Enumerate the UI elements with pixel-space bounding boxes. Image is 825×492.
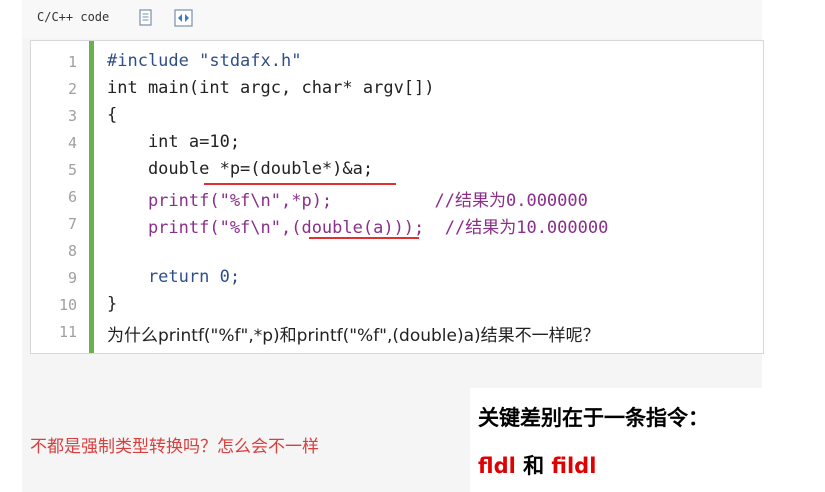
line-number: 10	[58, 296, 77, 314]
line-number: 8	[67, 242, 77, 260]
code-line: #include "stdafx.h"	[107, 51, 302, 71]
line-number: 5	[67, 161, 77, 179]
line-number: 7	[67, 215, 77, 233]
line-number: 6	[67, 188, 77, 206]
instruction-comparison: fldl 和 fildl	[478, 450, 596, 480]
code-line: }	[107, 294, 118, 314]
instruction-fildl: fildl	[551, 454, 597, 478]
key-difference-panel: 关键差别在于一条指令： fldl 和 fildl	[470, 388, 770, 492]
code-block: 1 2 3 4 5 6 7 8 9 10 11 #include "stdafx…	[30, 40, 764, 354]
key-difference-title: 关键差别在于一条指令：	[478, 406, 709, 430]
line-number: 1	[67, 53, 77, 71]
code-line: printf("%f\n",*p); //结果为0.000000	[107, 191, 588, 211]
highlight-underline	[309, 237, 419, 239]
code-toolbar: C/C++ code	[22, 0, 762, 38]
line-number: 11	[58, 323, 77, 341]
line-gutter: 1 2 3 4 5 6 7 8 9 10 11	[31, 41, 89, 353]
instruction-fldl: fldl	[478, 454, 516, 478]
code-line: return 0;	[107, 267, 241, 287]
code-line: printf("%f\n",(double(a))); //结果为10.0000…	[107, 218, 609, 238]
annotation-question: 不都是强制类型转换吗？怎么会不一样	[30, 437, 319, 457]
code-language-label: C/C++ code	[37, 10, 110, 24]
line-number: 2	[67, 80, 77, 98]
copy-icon[interactable]	[137, 8, 155, 28]
line-number: 3	[67, 107, 77, 125]
line-number: 4	[67, 134, 77, 152]
question-line: 为什么printf("%f",*p)和printf("%f",(double)a…	[107, 326, 600, 346]
code-line: {	[107, 105, 118, 125]
highlight-underline	[204, 183, 396, 185]
right-margin	[762, 0, 825, 492]
view-source-icon[interactable]	[174, 8, 193, 28]
instruction-and: 和	[515, 454, 552, 478]
gutter-accent-bar	[89, 41, 94, 353]
code-line: int a=10;	[107, 132, 241, 152]
code-line: int main(int argc, char* argv[])	[107, 78, 435, 98]
line-number: 9	[67, 269, 77, 287]
code-line: double *p=(double*)&a;	[107, 159, 374, 179]
